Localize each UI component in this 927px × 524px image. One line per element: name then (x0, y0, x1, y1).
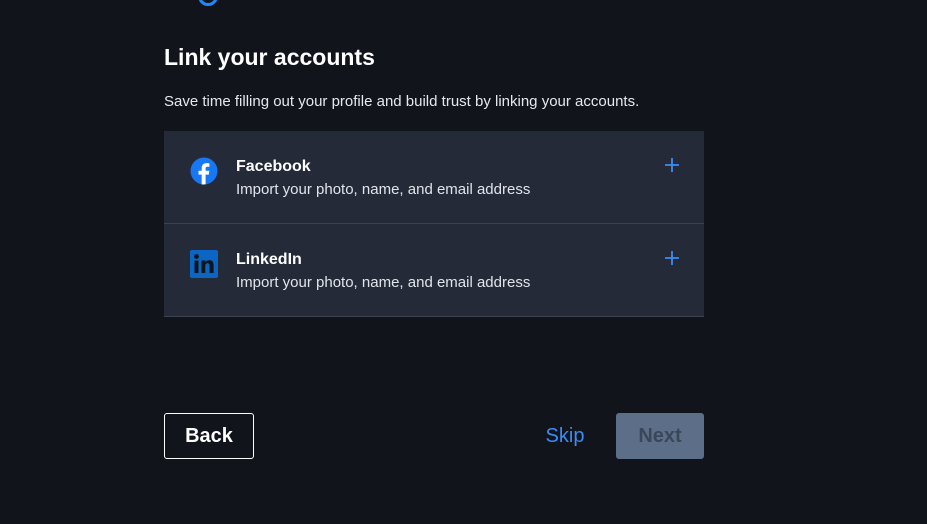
account-name: LinkedIn (236, 251, 302, 268)
plus-icon[interactable] (664, 250, 680, 266)
page-subtitle: Save time filling out your profile and b… (164, 93, 640, 110)
linkedin-icon (190, 250, 218, 278)
facebook-icon (190, 157, 218, 185)
account-name: Facebook (236, 158, 311, 175)
footer-actions: Back Skip Next (164, 413, 704, 459)
account-row-facebook[interactable]: Facebook Import your photo, name, and em… (164, 131, 704, 224)
link-accounts-page: Link your accounts Save time filling out… (0, 0, 927, 524)
skip-button[interactable]: Skip (534, 413, 596, 459)
account-description: Import your photo, name, and email addre… (236, 181, 531, 198)
plus-icon[interactable] (664, 157, 680, 173)
back-button[interactable]: Back (164, 413, 254, 459)
page-title: Link your accounts (164, 44, 375, 70)
next-button[interactable]: Next (616, 413, 704, 459)
account-description: Import your photo, name, and email addre… (236, 274, 531, 291)
account-list: Facebook Import your photo, name, and em… (164, 131, 704, 317)
account-row-linkedin[interactable]: LinkedIn Import your photo, name, and em… (164, 224, 704, 317)
progress-indicator-icon (198, 0, 218, 6)
